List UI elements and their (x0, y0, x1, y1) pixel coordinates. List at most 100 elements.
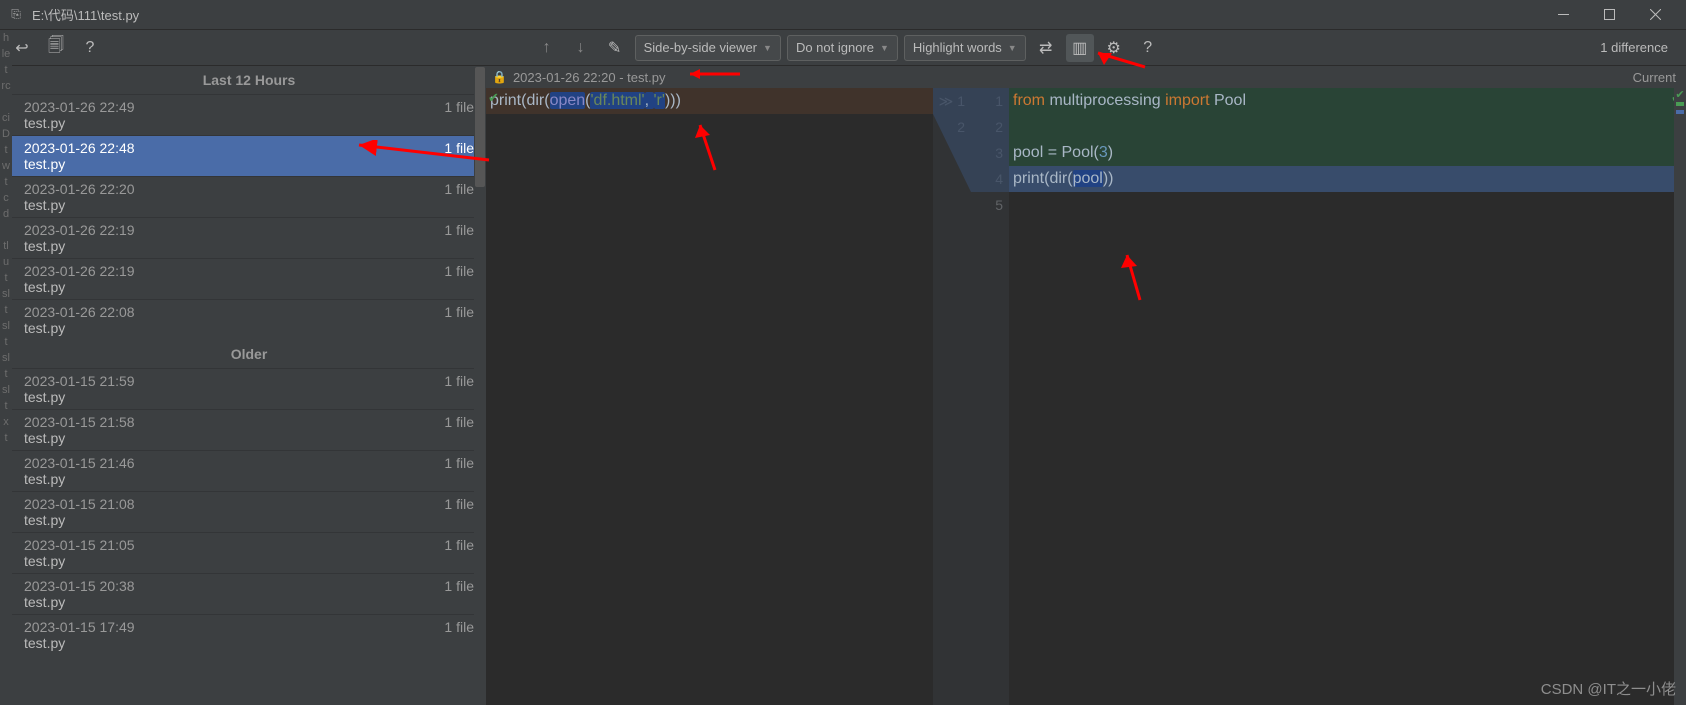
line-number: 3 (971, 140, 1003, 166)
collapse-unchanged-button[interactable]: ⇄ (1032, 34, 1060, 62)
line-number: ≫ 1 (933, 88, 965, 114)
history-item[interactable]: 2023-01-26 22:49 1 filetest.py (12, 94, 486, 135)
history-item[interactable]: 2023-01-26 22:20 1 filetest.py (12, 176, 486, 217)
history-file-count: 1 file (444, 578, 474, 594)
stripe-mark[interactable] (1676, 102, 1684, 106)
left-code-pane[interactable]: ✔ print(dir(open('df.html', 'r'))) (486, 88, 933, 705)
lock-icon: 🔒 (492, 70, 507, 84)
close-button[interactable] (1632, 0, 1678, 30)
history-file-count: 1 file (444, 373, 474, 389)
history-item[interactable]: 2023-01-15 21:581 filetest.py (12, 409, 486, 450)
line-number: 4 (971, 166, 1003, 192)
history-item[interactable]: 2023-01-15 21:461 filetest.py (12, 450, 486, 491)
code-line[interactable]: print(dir(pool)) (1009, 166, 1686, 192)
history-filename: test.py (24, 156, 474, 172)
history-time: 2023-01-26 22:20 (24, 181, 135, 197)
line-number: 5 (971, 192, 1003, 218)
help-button[interactable]: ? (76, 34, 104, 62)
next-diff-button[interactable]: ↓ (567, 34, 595, 62)
history-file-count: 1 file (444, 181, 474, 197)
viewer-mode-dropdown[interactable]: Side-by-side viewer ▼ (635, 35, 781, 61)
maximize-button[interactable] (1586, 0, 1632, 30)
highlight-mode-label: Highlight words (913, 40, 1002, 55)
history-item[interactable]: 2023-01-15 17:49 1 filetest.py (12, 614, 486, 655)
history-item[interactable]: 2023-01-15 21:051 filetest.py (12, 532, 486, 573)
history-time: 2023-01-26 22:19 (24, 263, 135, 279)
viewer-mode-label: Side-by-side viewer (644, 40, 757, 55)
history-file-count: 1 file (444, 414, 474, 430)
history-time: 2023-01-26 22:19 (24, 222, 135, 238)
history-scrollbar[interactable] (474, 66, 486, 705)
history-filename: test.py (24, 594, 474, 610)
back-button[interactable]: ↩ (8, 34, 36, 62)
chevron-down-icon: ▼ (763, 43, 772, 53)
chevron-down-icon: ▼ (1008, 43, 1017, 53)
sync-scroll-button[interactable]: ▥ (1066, 34, 1094, 62)
history-filename: test.py (24, 197, 474, 213)
history-time: 2023-01-26 22:08 (24, 304, 135, 320)
help-diff-button[interactable]: ? (1134, 34, 1162, 62)
history-item[interactable]: 2023-01-26 22:19 1 filetest.py (12, 258, 486, 299)
minimize-button[interactable] (1540, 0, 1586, 30)
code-line[interactable] (1009, 192, 1686, 218)
history-file-count: 1 file (444, 140, 474, 156)
line-number: 2 (933, 114, 965, 140)
main-area: Last 12 Hours2023-01-26 22:491 filetest.… (12, 66, 1686, 705)
code-line[interactable]: print(dir(open('df.html', 'r'))) (486, 88, 933, 114)
right-code-pane[interactable]: ✔ ✔ from multiprocessing import Poolpool… (1009, 88, 1686, 705)
highlight-mode-dropdown[interactable]: Highlight words ▼ (904, 35, 1026, 61)
history-file-count: 1 file (444, 222, 474, 238)
titlebar: ⎘ E:\代码\111\test.py (0, 0, 1686, 30)
check-icon: ✔ (1674, 88, 1686, 100)
edit-icon[interactable]: ✎ (601, 34, 629, 62)
code-line[interactable]: from multiprocessing import Pool (1009, 88, 1686, 114)
code-line[interactable] (1009, 114, 1686, 140)
history-filename: test.py (24, 279, 474, 295)
line-number: 1 (971, 88, 1003, 114)
history-file-count: 1 file (444, 99, 474, 115)
history-file-count: 1 file (444, 263, 474, 279)
diff-header: 🔒 2023-01-26 22:20 - test.py Current (486, 66, 1686, 88)
history-filename: test.py (24, 115, 474, 131)
check-icon: ✔ (488, 90, 499, 106)
history-file-count: 1 file (444, 619, 474, 635)
code-line[interactable]: pool = Pool(3) (1009, 140, 1686, 166)
history-filename: test.py (24, 389, 474, 405)
right-file-label: Current (1633, 70, 1676, 85)
settings-button[interactable]: ⚙ (1100, 34, 1128, 62)
diff-body: ✔ print(dir(open('df.html', 'r'))) ≫ 12 … (486, 88, 1686, 705)
watermark: CSDN @IT之一小佬 (1541, 678, 1676, 699)
left-file-label: 2023-01-26 22:20 - test.py (513, 70, 666, 85)
history-panel[interactable]: Last 12 Hours2023-01-26 22:491 filetest.… (12, 66, 486, 705)
ignore-mode-dropdown[interactable]: Do not ignore ▼ (787, 35, 898, 61)
app-icon: ⎘ (8, 7, 24, 23)
history-item[interactable]: 2023-01-15 21:591 filetest.py (12, 368, 486, 409)
stripe-mark[interactable] (1676, 110, 1684, 114)
history-time: 2023-01-26 22:49 (24, 99, 135, 115)
history-filename: test.py (24, 471, 474, 487)
history-filename: test.py (24, 635, 474, 651)
history-time: 2023-01-15 21:08 (24, 496, 135, 512)
prev-diff-button[interactable]: ↑ (533, 34, 561, 62)
right-error-stripe[interactable]: ✔ (1674, 88, 1686, 705)
revert-button[interactable]: 🗐 (42, 34, 70, 62)
history-item[interactable]: 2023-01-15 20:38 1 filetest.py (12, 573, 486, 614)
history-section-header: Older (12, 340, 486, 368)
history-section-header: Last 12 Hours (12, 66, 486, 94)
scrollbar-thumb[interactable] (475, 67, 485, 187)
history-filename: test.py (24, 553, 474, 569)
history-time: 2023-01-15 20:38 (24, 578, 135, 594)
diff-count-label: 1 difference (1590, 40, 1678, 55)
left-margin-strip: hletrcciDtwtcdtlutsltsltsltsltxt (0, 30, 12, 705)
history-file-count: 1 file (444, 537, 474, 553)
window-path: E:\代码\111\test.py (32, 5, 1540, 24)
line-number: 2 (971, 114, 1003, 140)
history-item[interactable]: 2023-01-26 22:191 filetest.py (12, 217, 486, 258)
history-item[interactable]: 2023-01-15 21:081 filetest.py (12, 491, 486, 532)
history-time: 2023-01-15 17:49 (24, 619, 135, 635)
history-item[interactable]: 2023-01-26 22:481 filetest.py (12, 135, 486, 176)
history-file-count: 1 file (444, 304, 474, 320)
gutter: ≫ 12 12345 (933, 88, 1009, 705)
diff-pane: 🔒 2023-01-26 22:20 - test.py Current ✔ p… (486, 66, 1686, 705)
history-item[interactable]: 2023-01-26 22:081 filetest.py (12, 299, 486, 340)
